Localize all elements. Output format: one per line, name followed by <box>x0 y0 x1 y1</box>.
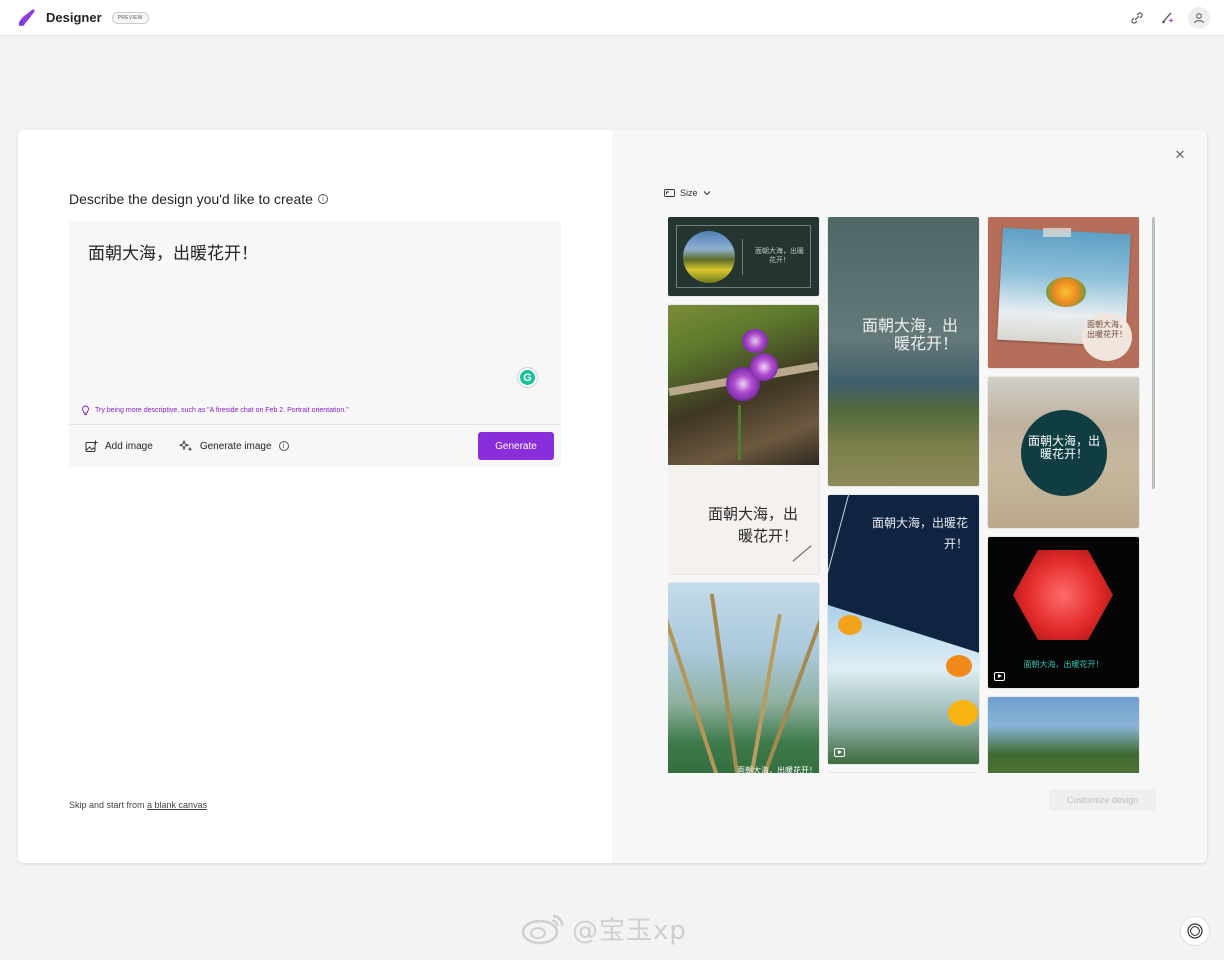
design-caption: 面朝大海，出暖花开！ <box>871 516 968 551</box>
gallery-scrollbar[interactable] <box>1152 217 1155 489</box>
resize-icon <box>664 189 675 197</box>
app-brand[interactable]: Designer <box>46 10 102 25</box>
generate-image-button[interactable]: Generate image i <box>178 439 289 453</box>
add-image-label: Add image <box>105 440 153 452</box>
prompt-tip-text: Try being more descriptive, such as "A f… <box>95 407 349 414</box>
size-dropdown[interactable]: Size <box>664 188 711 198</box>
size-label: Size <box>680 188 698 198</box>
prompt-tip: Try being more descriptive, such as "A f… <box>81 405 349 416</box>
prompt-box: 面朝大海，出暖花开！ G Try being more descriptive,… <box>69 221 561 467</box>
design-card[interactable] <box>988 697 1139 773</box>
sparkle-design-icon[interactable] <box>1158 9 1176 27</box>
grammarly-icon[interactable]: G <box>518 368 537 387</box>
design-suggestions-panel: ✕ Size 面朝大海，出暖花开！ 面朝大海，出暖花开！ 面朝大海，出暖花开！ … <box>612 130 1207 863</box>
design-caption: 面朝大海，出暖花开！ <box>1027 434 1100 461</box>
design-card[interactable]: 面朝大海，出暖花开！ <box>988 217 1139 368</box>
design-caption: 面朝大海，出暖花开！ <box>1023 660 1104 669</box>
design-card[interactable]: 面朝大海，出暖花开！ <box>828 495 979 764</box>
generate-image-label: Generate image <box>199 440 272 452</box>
add-image-icon <box>85 440 98 452</box>
account-icon[interactable] <box>1188 6 1210 29</box>
create-design-dialog: Describe the design you'd like to create… <box>18 130 1207 863</box>
top-bar: Designer PREVIEW <box>0 0 1224 36</box>
info-icon[interactable]: i <box>317 194 328 204</box>
design-caption: 面朝大海，出暖花开！ <box>1087 320 1127 339</box>
weibo-logo-icon <box>521 914 564 945</box>
design-card[interactable]: 面朝大海，出暖花开！ <box>828 217 979 486</box>
design-caption: 面朝大海，出暖花开！ <box>707 505 798 545</box>
share-link-icon[interactable] <box>1128 9 1146 27</box>
prompt-panel: Describe the design you'd like to create… <box>18 130 612 863</box>
prompt-heading-text: Describe the design you'd like to create <box>69 191 313 207</box>
customize-design-button[interactable]: Customize design <box>1049 789 1156 811</box>
design-card[interactable]: 面朝大海，出暖花开！ <box>668 305 819 574</box>
add-image-button[interactable]: Add image <box>85 440 153 453</box>
design-card[interactable]: 面朝大海，出暖花开！ <box>988 537 1139 688</box>
design-caption: 面朝大海，出暖花开！ <box>755 247 804 264</box>
lightbulb-icon <box>82 405 89 415</box>
design-caption: 面朝大海，出暖花开！ <box>737 766 817 773</box>
info-icon[interactable]: i <box>278 441 289 451</box>
design-card[interactable]: 面朝大海，出暖花开！ <box>668 583 819 773</box>
preview-badge: PREVIEW <box>111 11 149 24</box>
video-icon <box>834 748 845 757</box>
close-icon[interactable]: ✕ <box>1174 149 1186 162</box>
skip-prefix: Skip and start from <box>69 800 148 810</box>
prompt-heading: Describe the design you'd like to create… <box>69 191 328 207</box>
watermark-text: @宝玉xp <box>572 915 687 946</box>
assistant-icon[interactable] <box>1181 917 1209 945</box>
prompt-input[interactable]: 面朝大海，出暖花开！ <box>88 239 258 264</box>
chevron-down-icon <box>703 191 710 196</box>
blank-canvas-link[interactable]: a blank canvas <box>147 800 207 810</box>
designer-logo-icon[interactable] <box>16 7 38 29</box>
design-gallery: 面朝大海，出暖花开！ 面朝大海，出暖花开！ 面朝大海，出暖花开！ 面朝大海，出暖… <box>668 217 1148 773</box>
generate-button[interactable]: Generate <box>478 432 554 460</box>
skip-text: Skip and start from a blank canvas <box>69 800 207 810</box>
sparkle-icon <box>178 439 192 452</box>
design-caption: 面朝大海，出暖花开！ <box>861 316 958 353</box>
watermark: @宝玉xp <box>520 906 710 950</box>
video-icon <box>994 672 1005 681</box>
prompt-actions: Add image Generate image i Generate <box>69 425 561 467</box>
design-card[interactable]: 面朝大海，出暖花开！ <box>668 217 819 296</box>
design-card[interactable]: 面朝大海，出暖花开！ <box>988 377 1139 528</box>
